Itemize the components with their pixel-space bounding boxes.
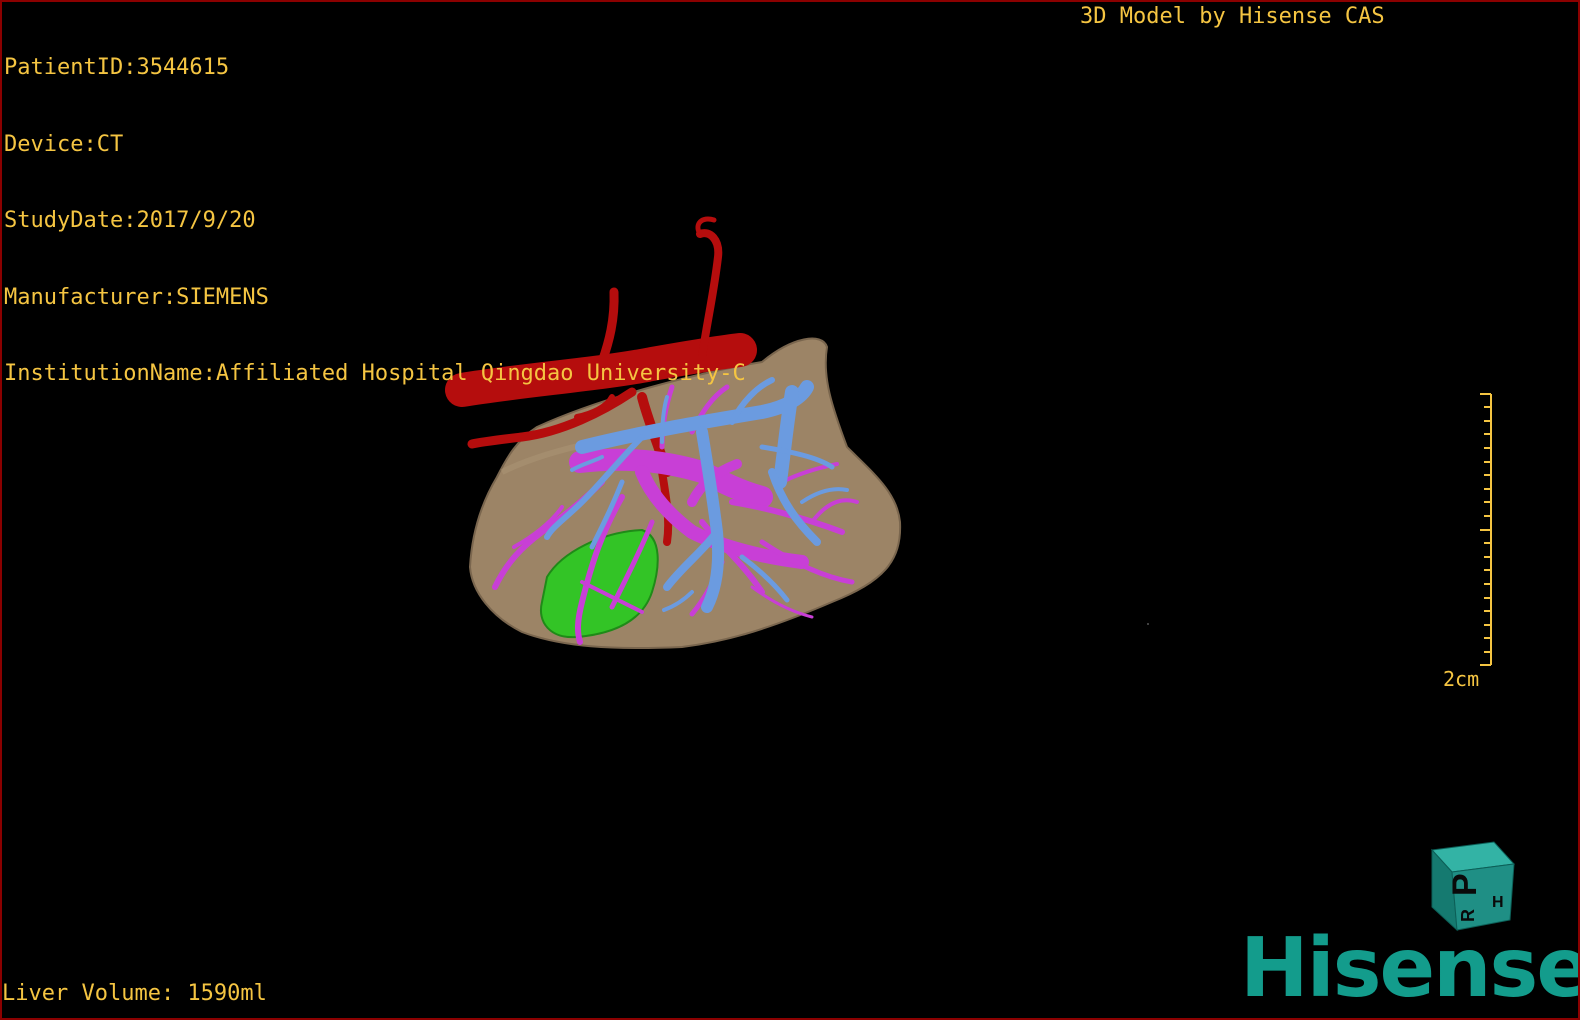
orientation-cube[interactable]: P H R (1430, 841, 1516, 932)
cube-side-letter: H (1492, 894, 1504, 911)
scale-bar-label: 2cm (1443, 667, 1480, 691)
cube-face-letter: P (1446, 873, 1484, 896)
patient-id: PatientID:3544615 (4, 55, 230, 80)
liver-volume: Liver Volume: 1590ml (2, 981, 267, 1006)
model-credit: 3D Model by Hisense CAS (1080, 4, 1385, 29)
scale-bar (1480, 393, 1492, 666)
study-date: StudyDate:2017/9/20 (4, 208, 256, 233)
manufacturer: Manufacturer:SIEMENS (4, 284, 269, 310)
noise-dot (1147, 623, 1149, 625)
institution-name: InstitutionName:Affiliated Hospital Qing… (4, 361, 746, 386)
device: Device:CT (4, 131, 124, 157)
3d-viewport[interactable]: P H R PatientID:3544615 Device:CT StudyD… (0, 0, 1580, 1020)
hisense-logo: Hisense (1240, 921, 1580, 1016)
dicom-info-overlay: PatientID:3544615 Device:CT StudyDate:20… (4, 4, 746, 438)
